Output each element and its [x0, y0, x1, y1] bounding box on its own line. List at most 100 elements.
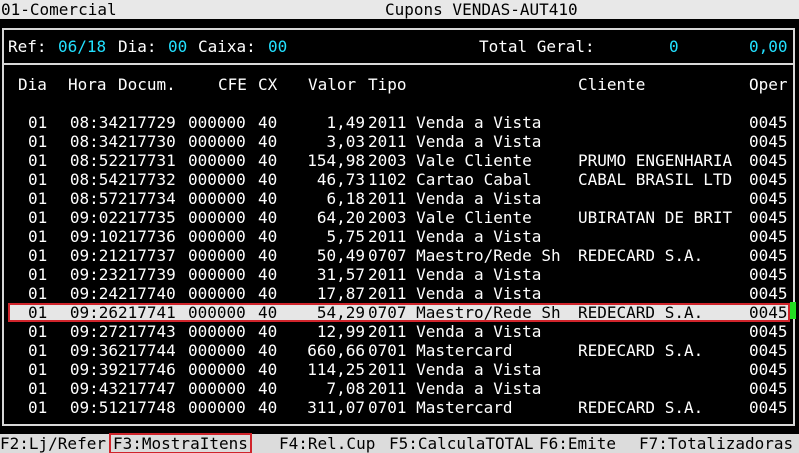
cell-valor: 1,49: [326, 113, 365, 132]
cell-hora: 09:36: [69, 341, 118, 360]
cell-tipo: 2011 Venda a Vista: [368, 113, 542, 132]
cell-hora: 08:52: [69, 151, 118, 170]
table-row[interactable]: 01 09:24 217740 000000 40 17,87 2011 Venda a V…: [0, 284, 799, 303]
cell-dia: 01: [28, 398, 48, 417]
row-content: 01 08:34 217729 000000 40 1,49 2011 Venda a Vi…: [0, 113, 799, 132]
cell-doc: 217736: [118, 227, 176, 246]
cell-oper: 0045: [749, 284, 788, 303]
table-row[interactable]: 01 09:39 217746 000000 40 114,25 2011 Venda a …: [0, 360, 799, 379]
cell-cfe: 000000: [188, 208, 246, 227]
screen-title: Cupons VENDAS-AUT410: [385, 0, 578, 19]
cell-cfe: 000000: [188, 151, 246, 170]
cell-dia: 01: [28, 341, 48, 360]
cell-doc: 217744: [118, 341, 176, 360]
cell-dia: 01: [28, 265, 48, 284]
cell-dia: 01: [28, 246, 48, 265]
table-row[interactable]: 01 09:51 217748 000000 40 311,07 0701 Masterca…: [0, 398, 799, 417]
cell-doc: 217732: [118, 170, 176, 189]
cell-cx: 40: [258, 322, 278, 341]
table-row[interactable]: 01 09:43 217747 000000 40 7,08 2011 Venda a Vi…: [0, 379, 799, 398]
table-row[interactable]: 01 08:57 217734 000000 40 6,18 2011 Venda a Vi…: [0, 189, 799, 208]
cell-cx: 40: [258, 265, 278, 284]
cell-doc: 217730: [118, 132, 176, 151]
cell-dia: 01: [28, 227, 48, 246]
cell-tipo: 2011 Venda a Vista: [368, 265, 542, 284]
table-row[interactable]: 01 09:23 217739 000000 40 31,57 2011 Venda a V…: [0, 265, 799, 284]
col-dia: Dia: [18, 75, 47, 94]
table-row-selected[interactable]: 01 09:26 217741 000000 40 54,29 0707 Maestro/R…: [8, 303, 790, 322]
f7-key[interactable]: F7:Totalizadoras: [639, 434, 793, 453]
cell-valor: 12,99: [316, 322, 365, 341]
cell-oper: 0045: [749, 151, 788, 170]
table-row[interactable]: 01 08:52 217731 000000 40 154,98 2003 Vale Cli…: [0, 151, 799, 170]
cell-valor: 54,29: [316, 303, 365, 322]
caixa-label: Caixa:: [198, 37, 256, 56]
cell-dia: 01: [28, 322, 48, 341]
cell-doc: 217735: [118, 208, 176, 227]
row-content: 01 08:54 217732 000000 40 46,73 1102 Cartao Ca…: [0, 170, 799, 189]
table-row[interactable]: 01 09:02 217735 000000 40 64,20 2003 Vale Clie…: [0, 208, 799, 227]
row-content: 01 09:27 217743 000000 40 12,99 2011 Venda a V…: [0, 322, 799, 341]
cell-oper: 0045: [749, 265, 788, 284]
cell-cfe: 000000: [188, 360, 246, 379]
table-row[interactable]: 01 08:34 217729 000000 40 1,49 2011 Venda a Vi…: [0, 113, 799, 132]
table-row[interactable]: 01 09:27 217743 000000 40 12,99 2011 Venda a V…: [0, 322, 799, 341]
row-content: 01 09:21 217737 000000 40 50,49 0707 Maestro/R…: [0, 246, 799, 265]
cell-dia: 01: [28, 189, 48, 208]
f5-key[interactable]: F5:CalculaTOTAL: [389, 434, 534, 453]
f4-key[interactable]: F4:Rel.Cup: [279, 434, 375, 453]
table-row[interactable]: 01 09:10 217736 000000 40 5,75 2011 Venda a Vi…: [0, 227, 799, 246]
cell-valor: 17,87: [316, 284, 365, 303]
cell-valor: 114,25: [307, 360, 365, 379]
cell-oper: 0045: [749, 379, 788, 398]
row-content: 01 08:57 217734 000000 40 6,18 2011 Venda a Vi…: [0, 189, 799, 208]
cell-oper: 0045: [749, 322, 788, 341]
table-row[interactable]: 01 09:21 217737 000000 40 50,49 0707 Maestro/R…: [0, 246, 799, 265]
cell-cfe: 000000: [188, 379, 246, 398]
col-hora: Hora: [68, 75, 107, 94]
row-content: 01 09:10 217736 000000 40 5,75 2011 Venda a Vi…: [0, 227, 799, 246]
title-bar: 01-Comercial Cupons VENDAS-AUT410: [0, 0, 799, 19]
cell-cx: 40: [258, 170, 278, 189]
cell-valor: 3,03: [326, 132, 365, 151]
f3-key[interactable]: F3:MostraItens: [109, 433, 252, 453]
total-count: 0: [669, 37, 679, 56]
cell-tipo: 0701 Mastercard: [368, 398, 513, 417]
col-cliente: Cliente: [578, 75, 646, 94]
row-content: 01 09:02 217735 000000 40 64,20 2003 Vale Clie…: [0, 208, 799, 227]
col-tipo: Tipo: [368, 75, 407, 94]
cell-valor: 7,08: [326, 379, 365, 398]
cell-cx: 40: [258, 398, 278, 417]
cell-cfe: 000000: [188, 227, 246, 246]
cell-valor: 311,07: [307, 398, 365, 417]
table-row[interactable]: 01 08:34 217730 000000 40 3,03 2011 Venda a Vi…: [0, 132, 799, 151]
f6-key[interactable]: F6:Emite: [539, 434, 616, 453]
table-row[interactable]: 01 08:54 217732 000000 40 46,73 1102 Cartao Ca…: [0, 170, 799, 189]
cell-tipo: 1102 Cartao Cabal: [368, 170, 532, 189]
row-content: 01 09:36 217744 000000 40 660,66 0701 Masterca…: [0, 341, 799, 360]
dia-value[interactable]: 00: [168, 37, 187, 56]
cell-cfe: 000000: [188, 246, 246, 265]
cell-hora: 09:23: [69, 265, 118, 284]
cell-cx: 40: [258, 303, 278, 322]
cell-cliente: PRUMO ENGENHARIA: [578, 151, 733, 170]
col-cx: CX: [258, 75, 278, 94]
cell-doc: 217731: [118, 151, 176, 170]
cell-dia: 01: [28, 284, 48, 303]
cell-dia: 01: [28, 303, 48, 322]
col-valor: Valor: [308, 75, 357, 94]
ref-value[interactable]: 06/18: [58, 37, 106, 56]
cell-hora: 09:26: [69, 303, 118, 322]
f2-key[interactable]: F2:Lj/Refer: [0, 434, 106, 453]
cell-cx: 40: [258, 189, 278, 208]
caixa-value[interactable]: 00: [268, 37, 287, 56]
function-key-bar: F2:Lj/Refer F3:MostraItens F4:Rel.Cup F5…: [0, 433, 799, 453]
cell-cfe: 000000: [188, 113, 246, 132]
cell-doc: 217741: [118, 303, 176, 322]
table-row[interactable]: 01 09:36 217744 000000 40 660,66 0701 Masterca…: [0, 341, 799, 360]
row-content: 01 09:26 217741 000000 40 54,29 0707 Maestro/R…: [0, 303, 799, 322]
cell-dia: 01: [28, 208, 48, 227]
cell-hora: 08:34: [69, 113, 118, 132]
cell-tipo: 0701 Mastercard: [368, 341, 513, 360]
cell-tipo: 2011 Venda a Vista: [368, 379, 542, 398]
